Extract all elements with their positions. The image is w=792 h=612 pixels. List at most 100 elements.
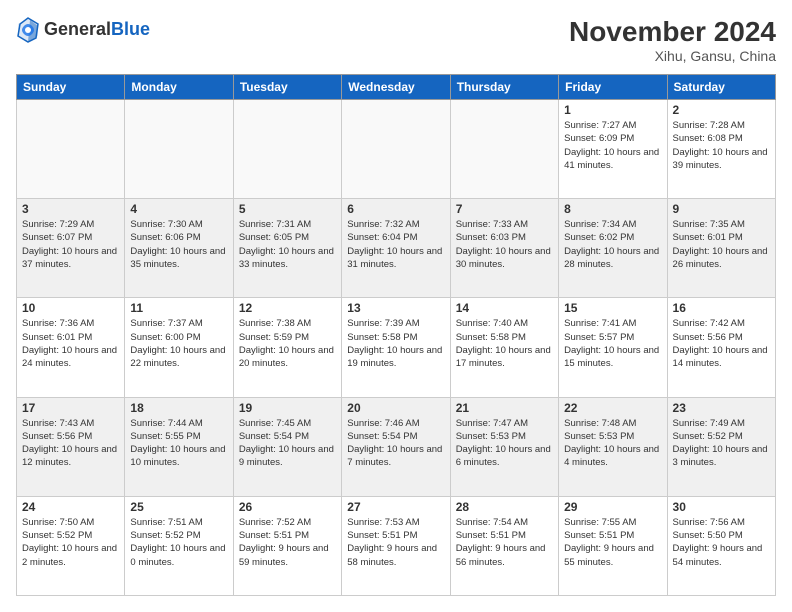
day-info: Sunrise: 7:46 AMSunset: 5:54 PMDaylight:… (347, 417, 444, 470)
col-friday: Friday (559, 75, 667, 100)
day-info: Sunrise: 7:49 AMSunset: 5:52 PMDaylight:… (673, 417, 770, 470)
day-info: Sunrise: 7:47 AMSunset: 5:53 PMDaylight:… (456, 417, 553, 470)
day-number: 26 (239, 500, 336, 514)
day-info: Sunrise: 7:44 AMSunset: 5:55 PMDaylight:… (130, 417, 227, 470)
calendar-cell: 6 Sunrise: 7:32 AMSunset: 6:04 PMDayligh… (342, 199, 450, 298)
day-info: Sunrise: 7:52 AMSunset: 5:51 PMDaylight:… (239, 516, 336, 569)
day-number: 27 (347, 500, 444, 514)
calendar-cell: 19 Sunrise: 7:45 AMSunset: 5:54 PMDaylig… (233, 397, 341, 496)
day-number: 16 (673, 301, 770, 315)
day-number: 9 (673, 202, 770, 216)
day-number: 3 (22, 202, 119, 216)
day-number: 8 (564, 202, 661, 216)
col-thursday: Thursday (450, 75, 558, 100)
calendar-cell: 25 Sunrise: 7:51 AMSunset: 5:52 PMDaylig… (125, 496, 233, 595)
day-info: Sunrise: 7:27 AMSunset: 6:09 PMDaylight:… (564, 119, 661, 172)
calendar-week-4: 17 Sunrise: 7:43 AMSunset: 5:56 PMDaylig… (17, 397, 776, 496)
day-info: Sunrise: 7:50 AMSunset: 5:52 PMDaylight:… (22, 516, 119, 569)
calendar-cell: 11 Sunrise: 7:37 AMSunset: 6:00 PMDaylig… (125, 298, 233, 397)
calendar-cell: 8 Sunrise: 7:34 AMSunset: 6:02 PMDayligh… (559, 199, 667, 298)
day-number: 13 (347, 301, 444, 315)
calendar-cell: 7 Sunrise: 7:33 AMSunset: 6:03 PMDayligh… (450, 199, 558, 298)
day-info: Sunrise: 7:38 AMSunset: 5:59 PMDaylight:… (239, 317, 336, 370)
day-number: 6 (347, 202, 444, 216)
calendar-cell: 24 Sunrise: 7:50 AMSunset: 5:52 PMDaylig… (17, 496, 125, 595)
calendar-cell (233, 100, 341, 199)
day-number: 5 (239, 202, 336, 216)
page: GeneralBlue November 2024 Xihu, Gansu, C… (0, 0, 792, 612)
calendar-cell: 22 Sunrise: 7:48 AMSunset: 5:53 PMDaylig… (559, 397, 667, 496)
month-title: November 2024 (569, 16, 776, 48)
logo-text: GeneralBlue (44, 20, 150, 40)
day-info: Sunrise: 7:42 AMSunset: 5:56 PMDaylight:… (673, 317, 770, 370)
calendar-header-row: Sunday Monday Tuesday Wednesday Thursday… (17, 75, 776, 100)
col-sunday: Sunday (17, 75, 125, 100)
day-info: Sunrise: 7:35 AMSunset: 6:01 PMDaylight:… (673, 218, 770, 271)
day-info: Sunrise: 7:29 AMSunset: 6:07 PMDaylight:… (22, 218, 119, 271)
calendar-cell: 2 Sunrise: 7:28 AMSunset: 6:08 PMDayligh… (667, 100, 775, 199)
day-info: Sunrise: 7:39 AMSunset: 5:58 PMDaylight:… (347, 317, 444, 370)
header: GeneralBlue November 2024 Xihu, Gansu, C… (16, 16, 776, 64)
day-info: Sunrise: 7:43 AMSunset: 5:56 PMDaylight:… (22, 417, 119, 470)
calendar-cell: 18 Sunrise: 7:44 AMSunset: 5:55 PMDaylig… (125, 397, 233, 496)
day-number: 29 (564, 500, 661, 514)
calendar-cell: 14 Sunrise: 7:40 AMSunset: 5:58 PMDaylig… (450, 298, 558, 397)
day-number: 21 (456, 401, 553, 415)
day-info: Sunrise: 7:53 AMSunset: 5:51 PMDaylight:… (347, 516, 444, 569)
day-number: 14 (456, 301, 553, 315)
day-number: 22 (564, 401, 661, 415)
col-saturday: Saturday (667, 75, 775, 100)
calendar-cell: 4 Sunrise: 7:30 AMSunset: 6:06 PMDayligh… (125, 199, 233, 298)
day-info: Sunrise: 7:37 AMSunset: 6:00 PMDaylight:… (130, 317, 227, 370)
day-info: Sunrise: 7:48 AMSunset: 5:53 PMDaylight:… (564, 417, 661, 470)
day-info: Sunrise: 7:45 AMSunset: 5:54 PMDaylight:… (239, 417, 336, 470)
title-block: November 2024 Xihu, Gansu, China (569, 16, 776, 64)
logo-general: General (44, 19, 111, 39)
day-info: Sunrise: 7:34 AMSunset: 6:02 PMDaylight:… (564, 218, 661, 271)
day-number: 2 (673, 103, 770, 117)
day-number: 10 (22, 301, 119, 315)
calendar-cell: 26 Sunrise: 7:52 AMSunset: 5:51 PMDaylig… (233, 496, 341, 595)
calendar-cell (342, 100, 450, 199)
calendar-cell: 15 Sunrise: 7:41 AMSunset: 5:57 PMDaylig… (559, 298, 667, 397)
day-number: 15 (564, 301, 661, 315)
day-info: Sunrise: 7:51 AMSunset: 5:52 PMDaylight:… (130, 516, 227, 569)
day-info: Sunrise: 7:31 AMSunset: 6:05 PMDaylight:… (239, 218, 336, 271)
day-number: 25 (130, 500, 227, 514)
day-number: 24 (22, 500, 119, 514)
calendar-week-2: 3 Sunrise: 7:29 AMSunset: 6:07 PMDayligh… (17, 199, 776, 298)
logo: GeneralBlue (16, 16, 150, 44)
day-number: 18 (130, 401, 227, 415)
calendar-cell: 16 Sunrise: 7:42 AMSunset: 5:56 PMDaylig… (667, 298, 775, 397)
calendar-cell: 10 Sunrise: 7:36 AMSunset: 6:01 PMDaylig… (17, 298, 125, 397)
col-tuesday: Tuesday (233, 75, 341, 100)
calendar: Sunday Monday Tuesday Wednesday Thursday… (16, 74, 776, 596)
day-info: Sunrise: 7:55 AMSunset: 5:51 PMDaylight:… (564, 516, 661, 569)
day-info: Sunrise: 7:33 AMSunset: 6:03 PMDaylight:… (456, 218, 553, 271)
day-info: Sunrise: 7:32 AMSunset: 6:04 PMDaylight:… (347, 218, 444, 271)
calendar-cell: 5 Sunrise: 7:31 AMSunset: 6:05 PMDayligh… (233, 199, 341, 298)
day-number: 28 (456, 500, 553, 514)
day-number: 23 (673, 401, 770, 415)
calendar-cell: 17 Sunrise: 7:43 AMSunset: 5:56 PMDaylig… (17, 397, 125, 496)
day-info: Sunrise: 7:28 AMSunset: 6:08 PMDaylight:… (673, 119, 770, 172)
calendar-week-5: 24 Sunrise: 7:50 AMSunset: 5:52 PMDaylig… (17, 496, 776, 595)
day-number: 7 (456, 202, 553, 216)
location: Xihu, Gansu, China (569, 48, 776, 64)
day-info: Sunrise: 7:36 AMSunset: 6:01 PMDaylight:… (22, 317, 119, 370)
logo-blue: Blue (111, 19, 150, 39)
day-number: 12 (239, 301, 336, 315)
day-number: 20 (347, 401, 444, 415)
logo-icon (16, 16, 40, 44)
day-number: 30 (673, 500, 770, 514)
calendar-cell: 30 Sunrise: 7:56 AMSunset: 5:50 PMDaylig… (667, 496, 775, 595)
calendar-cell: 27 Sunrise: 7:53 AMSunset: 5:51 PMDaylig… (342, 496, 450, 595)
calendar-cell: 20 Sunrise: 7:46 AMSunset: 5:54 PMDaylig… (342, 397, 450, 496)
calendar-cell: 12 Sunrise: 7:38 AMSunset: 5:59 PMDaylig… (233, 298, 341, 397)
calendar-cell: 9 Sunrise: 7:35 AMSunset: 6:01 PMDayligh… (667, 199, 775, 298)
calendar-cell: 13 Sunrise: 7:39 AMSunset: 5:58 PMDaylig… (342, 298, 450, 397)
col-wednesday: Wednesday (342, 75, 450, 100)
calendar-week-1: 1 Sunrise: 7:27 AMSunset: 6:09 PMDayligh… (17, 100, 776, 199)
day-info: Sunrise: 7:30 AMSunset: 6:06 PMDaylight:… (130, 218, 227, 271)
calendar-cell: 23 Sunrise: 7:49 AMSunset: 5:52 PMDaylig… (667, 397, 775, 496)
